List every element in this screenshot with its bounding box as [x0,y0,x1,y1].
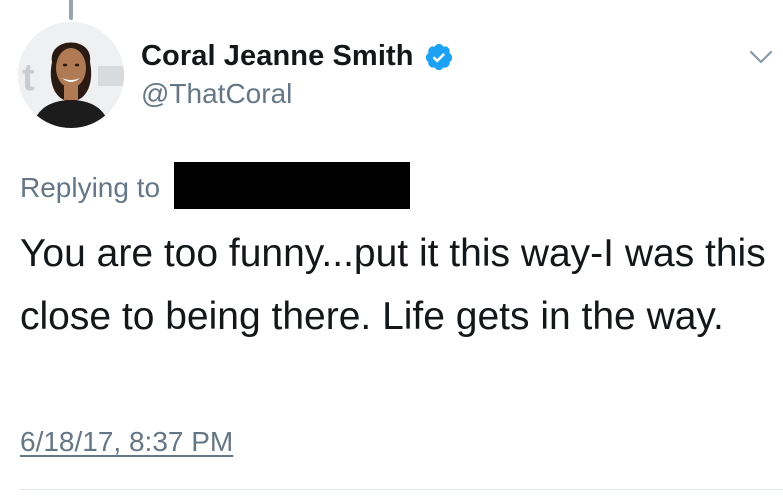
author-display-name[interactable]: Coral Jeanne Smith [141,40,414,73]
avatar-photo: t [18,22,124,128]
svg-text:t: t [22,57,35,99]
tweet-timestamp[interactable]: 6/18/17, 8:37 PM [20,426,233,458]
redacted-recipient [174,162,411,209]
tweet-text: You are too funny...put it this way-I wa… [20,232,766,338]
thread-connector-line [69,0,73,20]
reply-context: Replying to [20,162,411,209]
avatar[interactable]: t [18,22,124,128]
divider [20,489,783,490]
replying-to-label: Replying to [20,172,161,203]
verified-badge-icon [424,42,454,72]
author-handle[interactable]: @ThatCoral [141,78,292,110]
chevron-down-icon[interactable] [748,48,774,66]
author-name-row[interactable]: Coral Jeanne Smith [141,40,454,73]
